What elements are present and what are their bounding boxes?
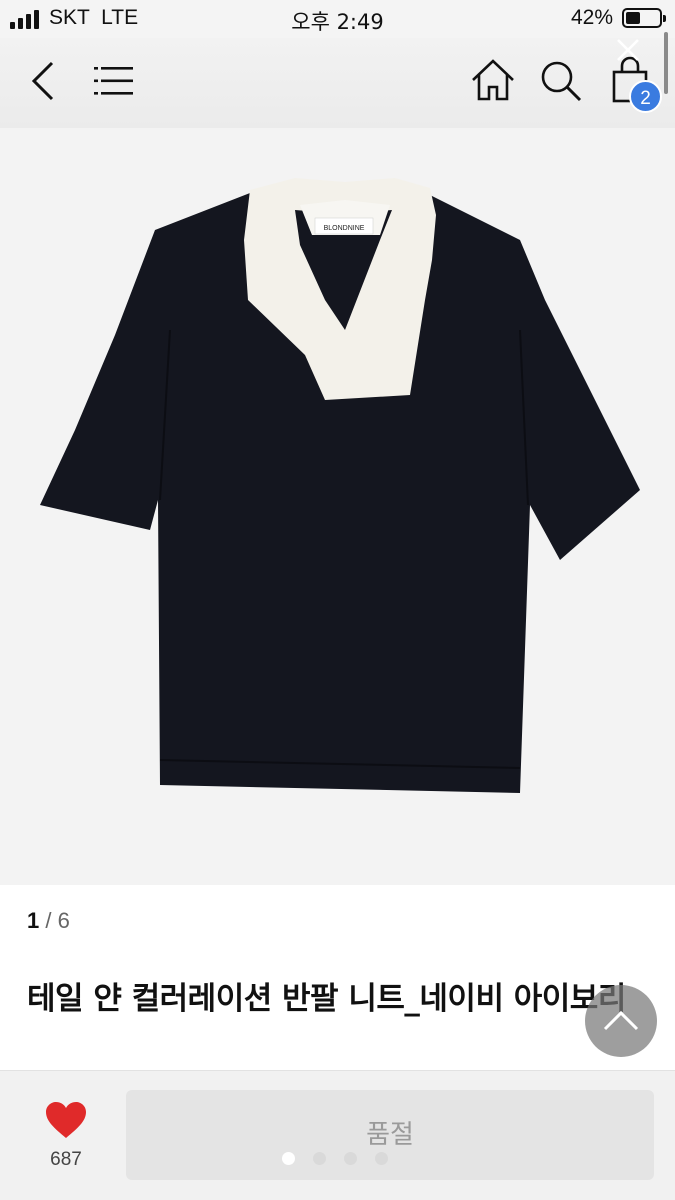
page-dot[interactable] — [282, 1152, 295, 1165]
home-icon[interactable] — [470, 58, 516, 102]
page-dot[interactable] — [344, 1152, 357, 1165]
nav-bar: 2 — [0, 32, 675, 128]
page-dot[interactable] — [375, 1152, 388, 1165]
page-dot[interactable] — [313, 1152, 326, 1165]
product-title: 테일 얀 컬러레이션 반팔 니트_네이비 아이보리 — [27, 981, 626, 1017]
heart-icon — [46, 1102, 86, 1138]
sweater-image: BLONDNINE — [40, 178, 640, 793]
battery-fill — [626, 12, 640, 24]
image-counter-current: 1 — [27, 908, 40, 933]
soldout-button: 품절 — [126, 1090, 654, 1180]
search-icon[interactable] — [540, 60, 584, 104]
back-icon[interactable] — [28, 60, 58, 102]
chevron-up-icon — [603, 1010, 639, 1031]
cart-count-badge: 2 — [629, 80, 662, 113]
page-dots — [282, 1152, 388, 1165]
brand-label: BLONDNINE — [324, 225, 365, 232]
battery-percent: 42% — [571, 6, 614, 29]
scroll-top-button[interactable] — [585, 985, 657, 1057]
product-image[interactable]: BLONDNINE — [0, 128, 675, 885]
battery-icon — [622, 8, 666, 28]
close-icon[interactable] — [614, 36, 642, 64]
menu-icon[interactable] — [94, 66, 134, 96]
image-counter-separator: / — [39, 908, 58, 933]
status-bar: SKT LTE 오후 2:49 42% — [0, 0, 675, 38]
image-counter: 1 / 6 — [27, 908, 70, 934]
image-counter-total: 6 — [57, 908, 70, 933]
like-count: 687 — [50, 1149, 82, 1170]
like-button[interactable]: 687 — [30, 1100, 102, 1171]
scrollbar[interactable] — [664, 32, 668, 94]
